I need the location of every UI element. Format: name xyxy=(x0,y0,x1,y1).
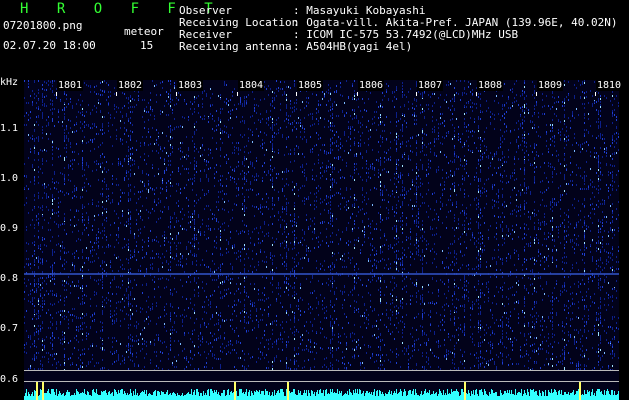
axis-unit: kHz xyxy=(0,77,19,88)
time-label-1805: 1805 xyxy=(297,80,324,91)
time-label-1810: 1810 xyxy=(596,80,623,91)
time-label-1807: 1807 xyxy=(417,80,444,91)
field-label-antenna: Receiving antenna xyxy=(179,40,292,53)
y-label-1-0: 1.0 xyxy=(0,173,19,184)
time-tick xyxy=(476,92,477,96)
category-label: meteor xyxy=(124,25,164,38)
datetime: 02.07.20 18:00 xyxy=(3,39,96,52)
frequency-axis: kHz 1.1 1.0 0.9 0.8 0.7 0.6 xyxy=(0,78,24,400)
y-label-0-9: 0.9 xyxy=(0,223,19,234)
y-label-0-7: 0.7 xyxy=(0,323,19,334)
reference-line-lower xyxy=(24,381,619,382)
y-label-1-1: 1.1 xyxy=(0,123,19,134)
filename: 07201800.png xyxy=(3,19,83,32)
header-panel: H R O F F T 07201800.png meteor 02.07.20… xyxy=(0,0,629,78)
time-label-1806: 1806 xyxy=(358,80,385,91)
time-label-1803: 1803 xyxy=(177,80,204,91)
y-label-0-8: 0.8 xyxy=(0,273,19,284)
time-label-1808: 1808 xyxy=(477,80,504,91)
time-label-1802: 1802 xyxy=(117,80,144,91)
field-value-antenna: : A504HB(yagi 4el) xyxy=(293,40,413,53)
y-label-0-6: 0.6 xyxy=(0,374,19,385)
time-label-1809: 1809 xyxy=(537,80,564,91)
spectrogram-canvas xyxy=(24,80,619,400)
time-tick xyxy=(296,92,297,96)
spectrogram xyxy=(24,80,619,400)
time-tick xyxy=(595,92,596,96)
time-tick xyxy=(176,92,177,96)
reference-line-upper xyxy=(24,370,619,371)
time-label-1804: 1804 xyxy=(238,80,265,91)
time-label-1801: 1801 xyxy=(57,80,84,91)
meteor-count: 15 xyxy=(140,39,154,52)
time-tick xyxy=(116,92,117,96)
time-tick xyxy=(56,92,57,96)
time-tick xyxy=(237,92,238,96)
time-tick xyxy=(536,92,537,96)
time-tick xyxy=(416,92,417,96)
time-tick xyxy=(357,92,358,96)
